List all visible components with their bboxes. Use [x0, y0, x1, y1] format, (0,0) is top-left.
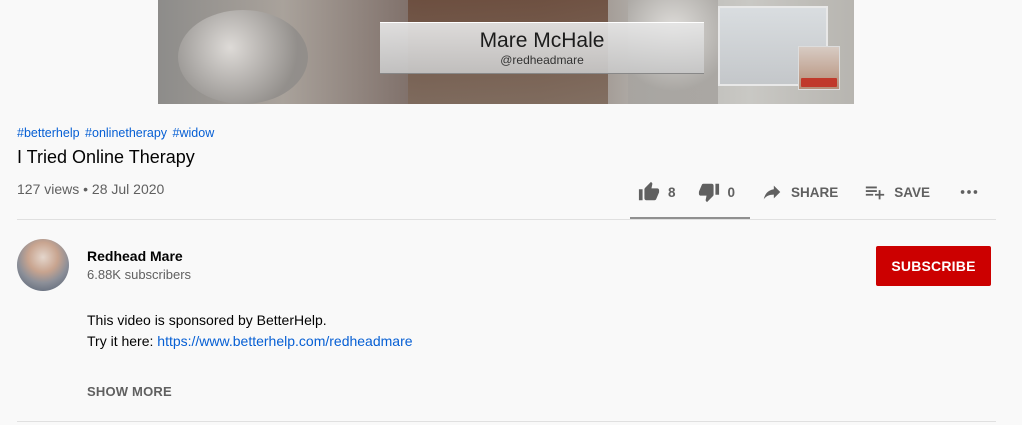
video-meta: 127 views • 28 Jul 2020	[17, 181, 165, 197]
thumb-up-icon	[638, 181, 660, 201]
show-more-button[interactable]: SHOW MORE	[87, 384, 172, 399]
description-prefix: Try it here:	[87, 333, 158, 349]
overlay-handle: @redheadmare	[500, 53, 584, 67]
description-line: This video is sponsored by BetterHelp.	[87, 312, 327, 328]
channel-avatar[interactable]	[17, 239, 69, 291]
thumb-down-icon	[698, 183, 719, 203]
subscriber-count: 6.88K subscribers	[87, 267, 192, 282]
channel-watermark[interactable]	[798, 46, 840, 90]
share-button[interactable]: SHARE	[761, 181, 838, 203]
hashtag-link[interactable]: #widow	[173, 126, 215, 140]
channel-name[interactable]: Redhead Mare	[87, 248, 183, 264]
share-label: SHARE	[791, 184, 839, 200]
divider	[17, 421, 996, 422]
more-horiz-icon	[960, 190, 978, 194]
overlay-name: Mare McHale	[479, 29, 605, 52]
playlist-add-icon	[866, 186, 885, 200]
hashtag-link[interactable]: #betterhelp	[17, 126, 80, 140]
sponsor-link[interactable]: https://www.betterhelp.com/redheadmare	[157, 333, 412, 349]
hashtag-list: #betterhelp #onlinetherapy #widow	[17, 126, 216, 140]
video-lower-third: Mare McHale @redheadmare	[380, 22, 704, 74]
dislike-count: 0	[727, 184, 736, 200]
more-actions-button[interactable]	[958, 181, 980, 203]
video-description: This video is sponsored by BetterHelp. T…	[87, 310, 413, 352]
hashtag-link[interactable]: #onlinetherapy	[85, 126, 167, 140]
like-button[interactable]: 8	[638, 181, 676, 203]
share-arrow-icon	[763, 185, 781, 200]
video-title: I Tried Online Therapy	[17, 147, 195, 167]
like-count: 8	[668, 184, 676, 200]
description-line: Try it here: https://www.betterhelp.com/…	[87, 331, 413, 352]
subscribe-button[interactable]: SUBSCRIBE	[876, 246, 991, 286]
divider	[17, 219, 996, 220]
video-frame-shape	[178, 10, 308, 104]
watermark-subscribe-badge	[801, 78, 837, 87]
dislike-button[interactable]: 0	[698, 181, 736, 203]
save-label: SAVE	[894, 184, 931, 200]
video-player[interactable]: Mare McHale @redheadmare	[158, 0, 854, 104]
action-bar: 8 0 SHARE SAVE	[638, 180, 980, 204]
save-button[interactable]: SAVE	[864, 181, 930, 203]
